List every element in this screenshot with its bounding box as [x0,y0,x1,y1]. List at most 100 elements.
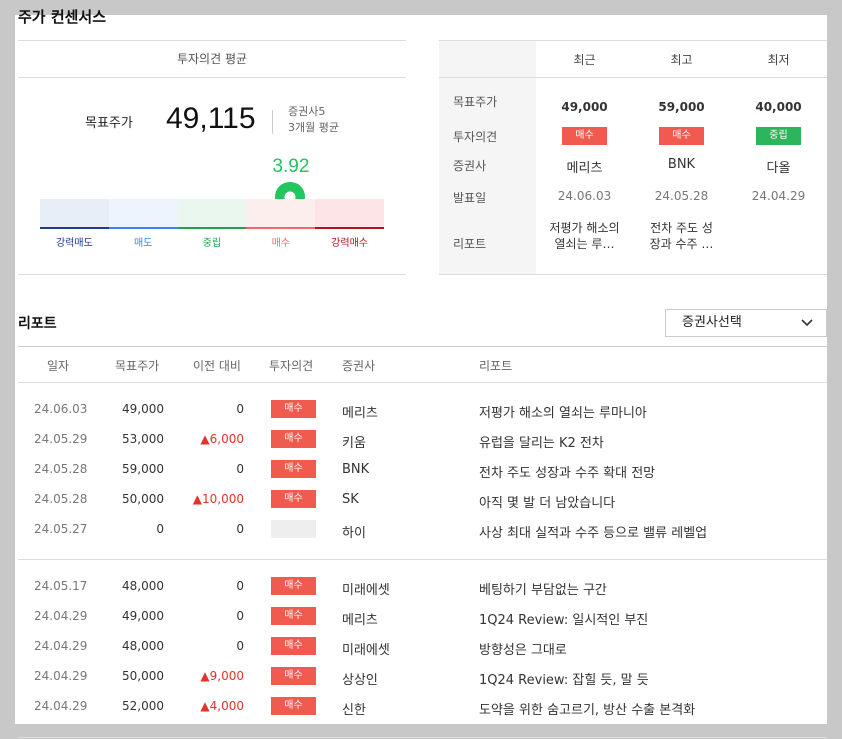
header-target: 목표주가 [115,359,160,373]
opinion-badge: 매수 [271,430,316,448]
scale-label: 매도 [133,238,153,249]
col-highest: 최고 [670,53,693,67]
row-opinion: 매수 [271,460,316,478]
row-report-link[interactable]: 도약을 위한 숨고르기, 방산 수출 본격화 [479,699,695,718]
row-report-link[interactable]: 저평가 해소의 열쇠는 루마니아 [479,402,647,421]
opinion-badge: 매수 [562,127,607,145]
row-date: 24.05.28 [34,492,88,506]
table-row[interactable]: 24.04.29 48,000 0 매수 미래에셋 방향성은 그대로 [18,632,827,662]
scale-label: 매수 [271,238,290,249]
row-broker: 메리츠 [342,406,378,421]
row-date: 24.04.29 [34,699,88,713]
recent-report-link[interactable]: 저평가 해소의 열쇠는 루… [536,220,633,252]
highest-report-link[interactable]: 전차 주도 성 장과 수주 … [633,220,730,252]
row-opinion: 매수 [271,400,316,418]
table-row[interactable]: 24.05.29 53,000 ▲6,000 매수 키움 유럽을 달리는 K2 전차 [18,425,827,455]
opinion-badge: 매수 [271,667,316,685]
row-diff: 0 [236,522,244,536]
opinion-scale-labels: 강력매도 매도 중립 매수 강력매수 [40,234,384,249]
row-broker: 키움 [342,436,366,451]
report-line: 장과 수주 … [649,237,714,251]
lowest-broker: 다올 [766,161,791,176]
lowest-target: 40,000 [755,100,802,114]
row-diff: ▲10,000 [192,492,244,506]
broker-select-label: 증권사선택 [682,315,742,330]
page-title: 주가 컨센서스 [18,8,107,26]
row-broker: 미래에셋 [342,643,390,658]
row-diff: 0 [236,402,244,416]
report-line: 열쇠는 루… [554,237,615,251]
highest-broker: BNK [667,157,696,172]
opinion-badge: 매수 [271,460,316,478]
recent-table-header: 최근 최고 최저 [439,41,827,78]
table-row[interactable]: 24.04.29 52,000 ▲4,000 매수 신한 도약을 위한 숨고르기, 방산 … [18,692,827,722]
broker-count: 증권사5 [288,105,326,118]
scale-segment [246,199,316,229]
row-opinion: 매수 [271,490,316,508]
row-opinion: 매수 [271,697,316,715]
row-target: 0 [156,522,164,536]
table-row[interactable]: 24.04.29 49,000 0 매수 메리츠 1Q24 Review: 일시적인 부진 [18,602,827,632]
row-report-link[interactable]: 전차 주도 성장과 수주 확대 전망 [479,462,655,481]
row-date: 24.04.29 [34,609,88,623]
report-line: 저평가 해소의 [549,221,620,235]
row-date: 24.05.17 [34,579,88,593]
row-date: 24.04.29 [34,669,88,683]
row-target: 49,000 [122,609,164,623]
table-row[interactable]: 24.05.28 59,000 0 매수 BNK 전차 주도 성장과 수주 확대 전망 [18,455,827,485]
row-diff: 0 [236,639,244,653]
row-report-link[interactable]: 1Q24 Review: 일시적인 부진 [479,609,648,628]
header-broker: 증권사 [342,359,376,373]
row-target: 53,000 [122,432,164,446]
row-diff: ▲4,000 [200,699,244,713]
row-opinion: 매수 [271,637,316,655]
consensus-page: 투자의견 평균 목표주가 49,115 증권사5 3개월 평균 3.92 강력매… [15,15,827,738]
report-section-title: 리포트 [18,316,57,332]
header-diff: 이전 대비 [193,359,241,373]
broker-select-dropdown[interactable]: 증권사선택 [665,309,827,337]
row-broker: 하이 [342,526,366,541]
row-broker: BNK [342,462,370,477]
row-broker: 상상인 [342,673,378,688]
row-broker: 미래에셋 [342,583,390,598]
row-label-target: 목표주가 [453,95,498,109]
report-line: 전차 주도 성 [650,221,713,235]
scale-segment [177,199,247,229]
recent-opinion: 매수 [536,127,633,145]
opinion-badge: 중립 [756,127,801,145]
row-date: 24.06.03 [34,402,88,416]
recent-broker: 메리츠 [566,161,603,176]
row-diff: 0 [236,579,244,593]
scale-segment [108,199,178,229]
row-diff: 0 [236,462,244,476]
scale-label: 강력매도 [55,238,93,249]
lowest-date: 24.04.29 [751,189,806,203]
row-report-link[interactable]: 유럽을 달리는 K2 전차 [479,432,604,451]
average-meta: 증권사5 3개월 평균 [288,104,339,136]
table-row[interactable]: 24.04.29 50,000 ▲9,000 매수 상상인 1Q24 Review: 잡힐… [18,662,827,692]
row-report-link[interactable]: 방향성은 그대로 [479,639,567,658]
col-lowest: 최저 [767,53,790,67]
row-report-link[interactable]: 1Q24 Review: 잡힐 듯, 말 듯 [479,669,649,688]
table-row[interactable]: 24.05.17 48,000 0 매수 미래에셋 베팅하기 부담없는 구간 [18,572,827,602]
row-target: 48,000 [122,579,164,593]
row-date: 24.04.29 [34,639,88,653]
row-report-link[interactable]: 사상 최대 실적과 수주 등으로 밸류 레벨업 [479,522,707,541]
average-period: 3개월 평균 [288,121,339,134]
row-opinion [271,520,316,541]
recent-date: 24.06.03 [557,189,612,203]
row-date: 24.05.29 [34,432,88,446]
row-broker: 신한 [342,703,366,718]
highest-date: 24.05.28 [654,189,709,203]
row-label-opinion: 투자의견 [453,130,498,144]
scale-label: 중립 [202,238,222,249]
table-row[interactable]: 24.06.03 49,000 0 매수 메리츠 저평가 해소의 열쇠는 루마니아 [18,395,827,425]
row-report-link[interactable]: 베팅하기 부담없는 구간 [479,579,607,598]
row-report-link[interactable]: 아직 몇 발 더 남았습니다 [479,492,615,511]
opinion-badge: 매수 [271,607,316,625]
header-opinion: 투자의견 [269,359,314,373]
divider [272,110,273,134]
table-row[interactable]: 24.05.27 0 0 하이 사상 최대 실적과 수주 등으로 밸류 레벨업 [18,515,827,545]
table-row[interactable]: 24.05.28 50,000 ▲10,000 매수 SK 아직 몇 발 더 남았습니다 [18,485,827,515]
row-opinion: 매수 [271,577,316,595]
